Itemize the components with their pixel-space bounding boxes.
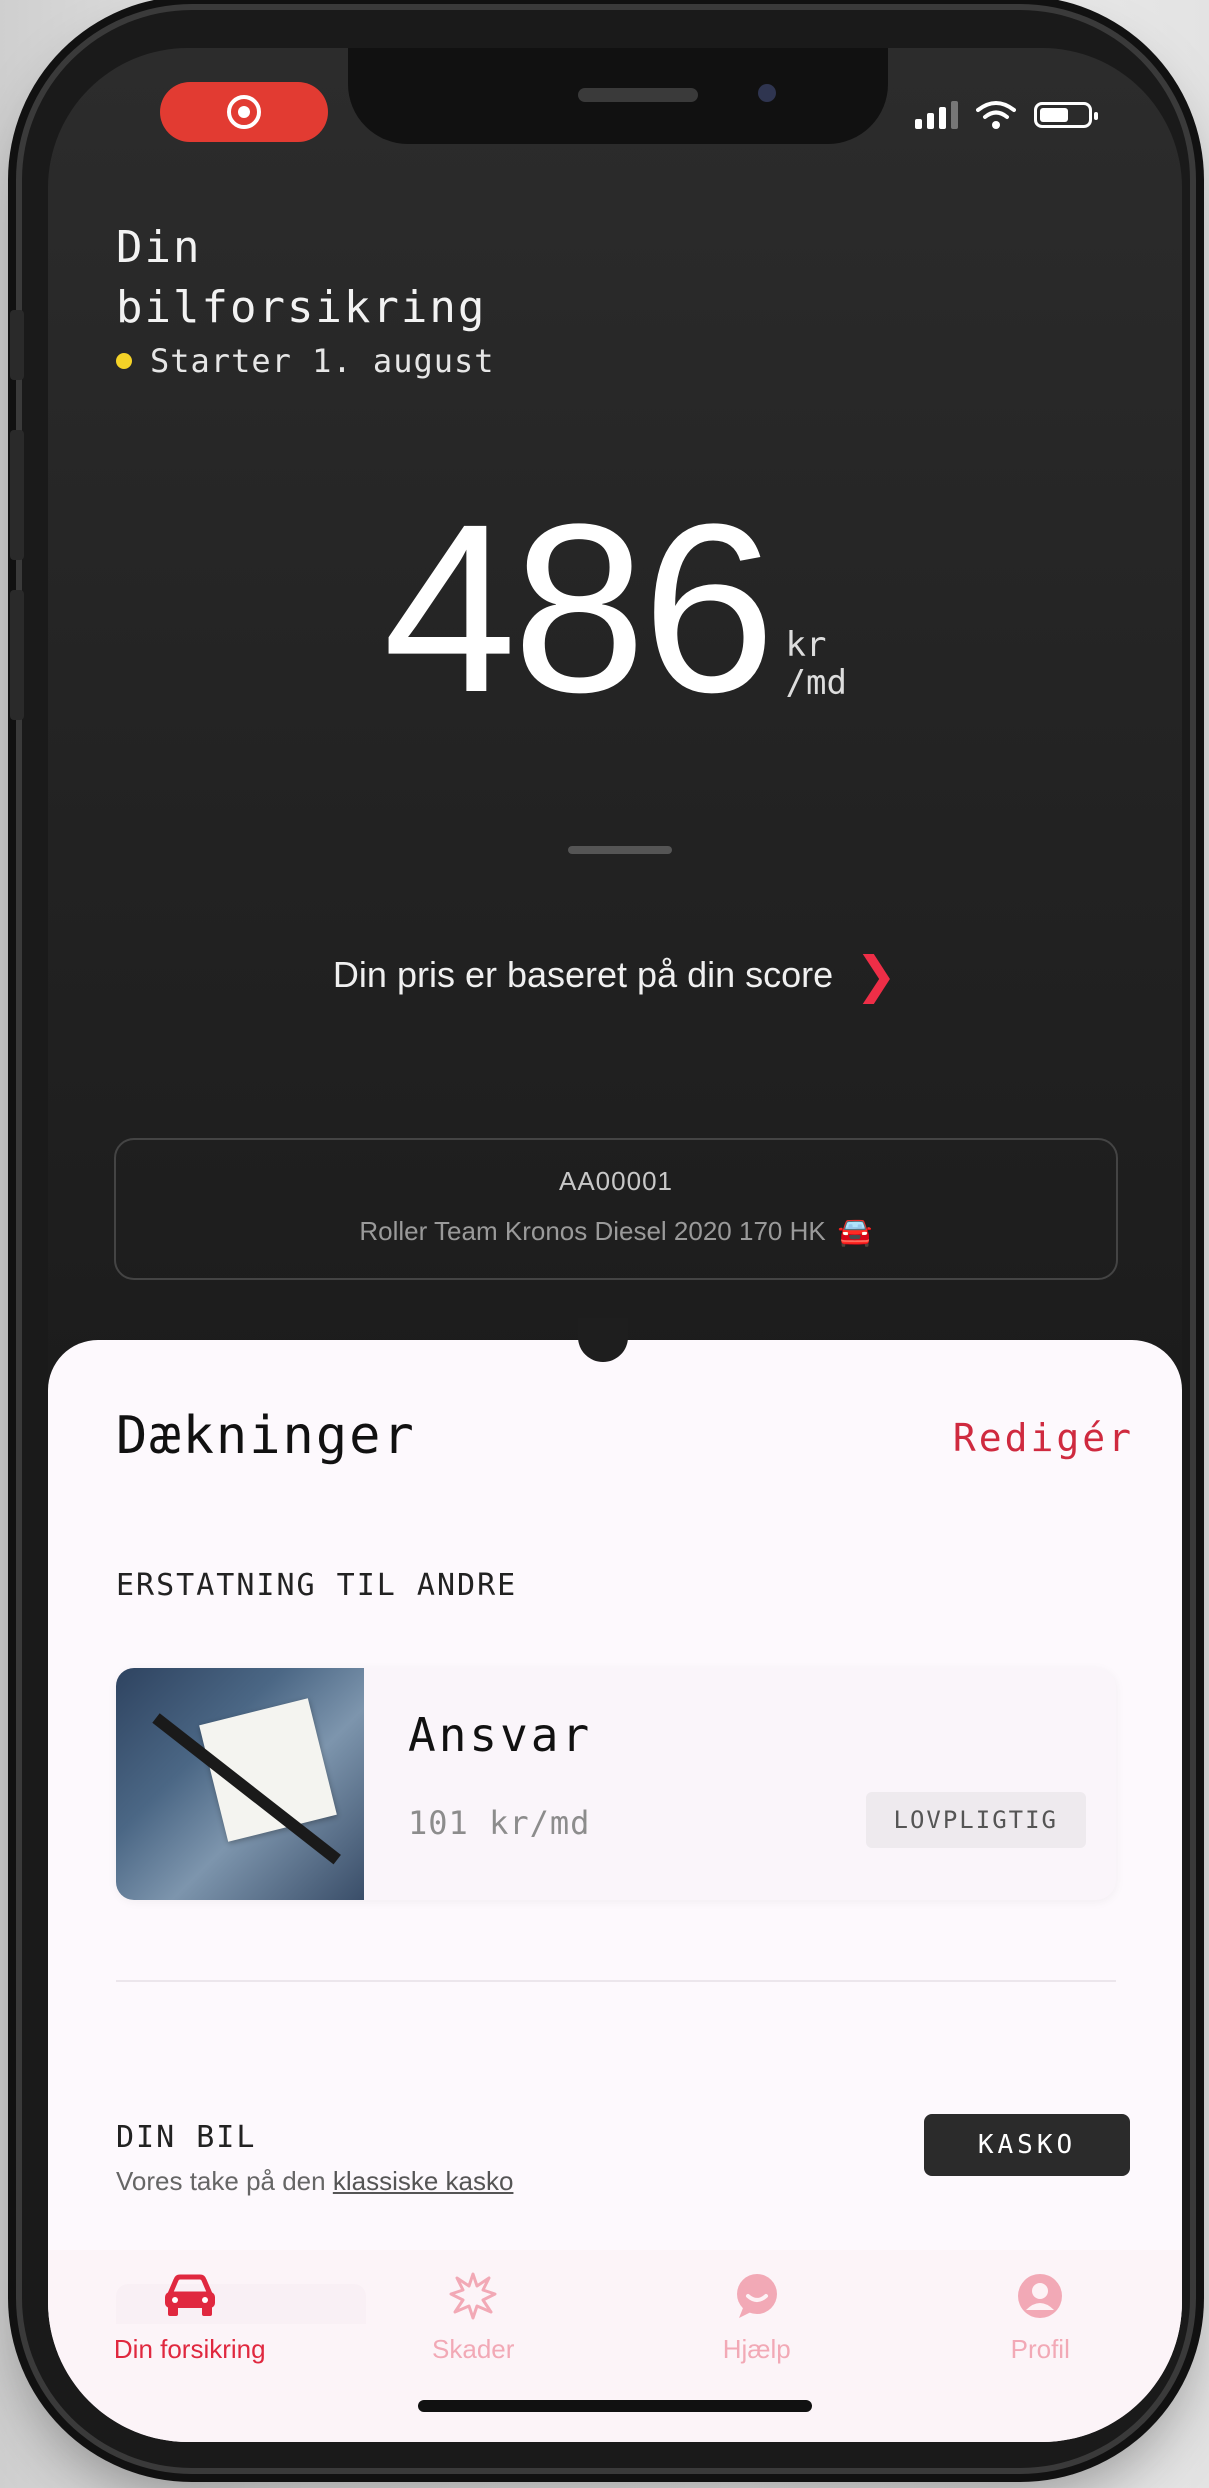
edit-coverage-link[interactable]: Redigér <box>953 1416 1134 1460</box>
section-label-your-car: DIN BIL <box>116 2120 257 2155</box>
tab-label: Profil <box>1010 2334 1070 2364</box>
section-divider <box>116 1980 1116 1982</box>
car-info-card[interactable]: AA00001 Roller Team Kronos Diesel 2020 1… <box>114 1138 1118 1280</box>
divider <box>568 846 672 854</box>
status-icons <box>915 100 1098 130</box>
coverage-card-ansvar[interactable]: Ansvar 101 kr/md LOVPLIGTIG <box>116 1668 1116 1900</box>
camera <box>758 84 776 102</box>
price-display: 486 kr /md <box>48 488 1182 728</box>
tab-hjaelp[interactable]: Hjælp <box>647 2272 867 2442</box>
mandatory-badge: LOVPLIGTIG <box>865 1792 1086 1848</box>
section-subtitle-text: Vores take på den <box>116 2166 333 2196</box>
wifi-icon <box>976 101 1016 129</box>
tab-bar: Din forsikring Skader Hjælp Profil <box>48 2250 1182 2442</box>
volume-up-button <box>10 430 24 560</box>
car-icon <box>162 2272 218 2320</box>
home-indicator[interactable] <box>418 2400 812 2412</box>
section-label-liability: ERSTATNING TIL ANDRE <box>116 1568 518 1603</box>
side-button <box>10 310 24 380</box>
start-status-text: Starter 1. august <box>150 342 495 380</box>
price-unit-period: /md <box>785 663 847 703</box>
car-description-text: Roller Team Kronos Diesel 2020 170 HK <box>359 1216 826 1246</box>
crash-icon <box>445 2272 501 2320</box>
price-unit-currency: kr <box>785 625 827 665</box>
speaker <box>578 88 698 102</box>
price-amount: 486 <box>383 474 775 742</box>
screen-record-indicator[interactable] <box>160 82 328 142</box>
classic-kasko-link[interactable]: klassiske kasko <box>333 2166 514 2196</box>
start-status: Starter 1. august <box>116 342 495 380</box>
page-title-line2: bilforsikring <box>116 282 487 333</box>
signal-icon <box>915 101 958 129</box>
page-title-line1: Din <box>116 222 202 273</box>
notch <box>348 48 888 144</box>
car-description: Roller Team Kronos Diesel 2020 170 HK 🚘 <box>116 1215 1116 1248</box>
battery-icon <box>1034 102 1098 128</box>
tab-din-forsikring[interactable]: Din forsikring <box>80 2272 300 2442</box>
record-icon <box>227 95 261 129</box>
price-unit: kr /md <box>786 626 847 702</box>
chevron-right-icon: ❯ <box>855 946 898 1004</box>
score-link[interactable]: Din pris er baseret på din score ❯ <box>48 946 1182 1004</box>
tab-profil[interactable]: Profil <box>930 2272 1150 2442</box>
coverage-image <box>116 1668 364 1900</box>
coverage-price: 101 kr/md <box>408 1804 591 1842</box>
volume-down-button <box>10 590 24 720</box>
kasko-badge[interactable]: KASKO <box>924 2114 1130 2176</box>
chat-icon <box>729 2272 785 2320</box>
score-link-label: Din pris er baseret på din score <box>332 954 834 995</box>
car-emoji-icon: 🚘 <box>837 1216 873 1247</box>
coverage-title: Dækninger <box>116 1406 416 1466</box>
status-dot-icon <box>116 353 132 369</box>
section-subtitle: Vores take på den klassiske kasko <box>116 2166 513 2197</box>
coverage-name: Ansvar <box>408 1708 593 1762</box>
user-icon <box>1012 2272 1068 2320</box>
tab-label: Skader <box>432 2334 515 2364</box>
tab-label: Din forsikring <box>113 2334 266 2364</box>
license-plate: AA00001 <box>559 1166 673 1196</box>
app-screen: Din bilforsikring Starter 1. august 486 … <box>48 48 1182 2442</box>
tab-label: Hjælp <box>722 2334 791 2364</box>
tab-skader[interactable]: Skader <box>363 2272 583 2442</box>
